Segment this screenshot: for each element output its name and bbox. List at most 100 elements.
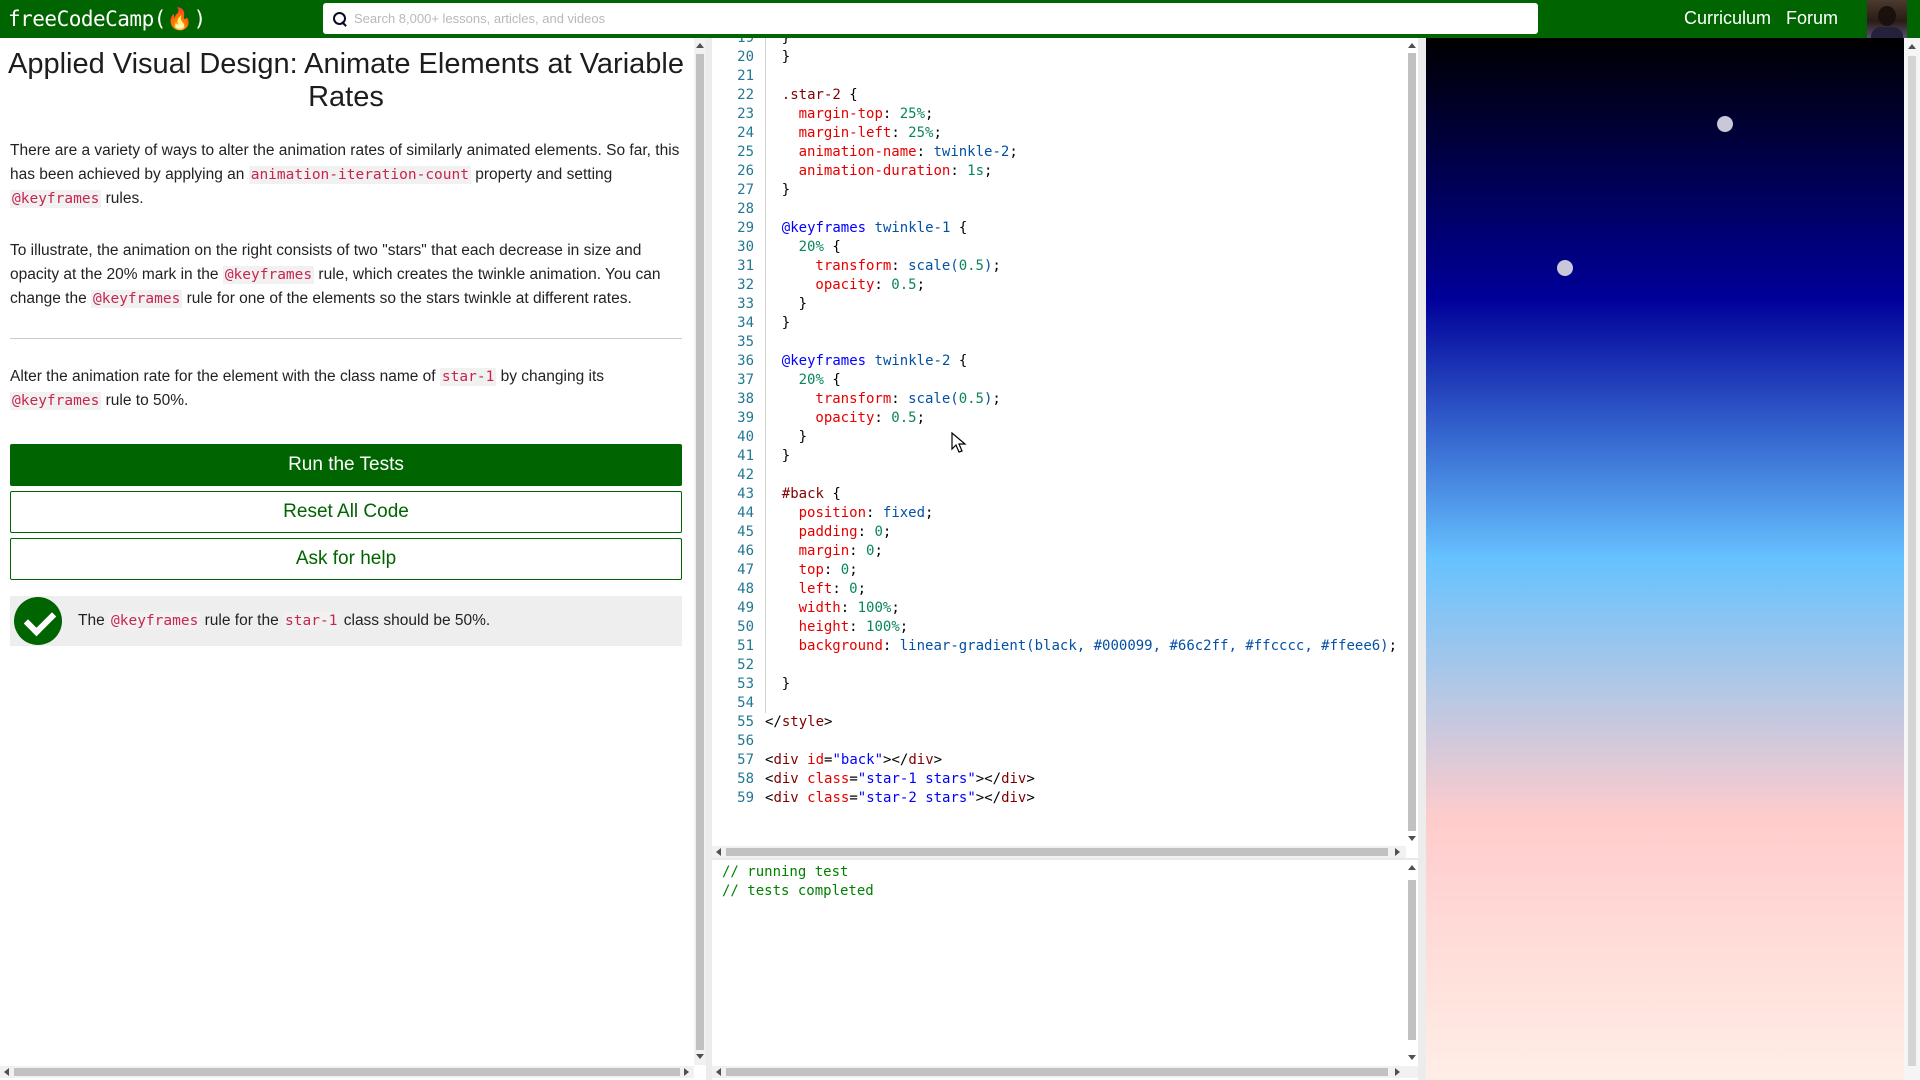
code-token: animation-duration <box>798 163 951 179</box>
run-tests-button[interactable]: Run the Tests <box>10 444 682 486</box>
code-token: background <box>798 638 883 654</box>
pane-splitter-right[interactable] <box>1418 38 1426 1080</box>
p3-code-1: star-1 <box>439 368 497 386</box>
code-token: "star-2 stars" <box>857 790 976 806</box>
code-token: ; <box>992 258 1001 274</box>
editor-scroll-up-icon[interactable] <box>1408 43 1416 48</box>
section-divider <box>10 338 682 339</box>
user-avatar[interactable] <box>1867 0 1907 38</box>
line-number: 26 <box>737 163 754 179</box>
scroll-up-arrow-icon[interactable] <box>696 43 704 48</box>
code-line: 49 width: 100%; <box>712 599 900 618</box>
code-token: ></ <box>975 771 1002 787</box>
lesson-horizontal-scrollbar[interactable] <box>0 1066 694 1078</box>
code-text: animation-duration: 1s; <box>799 162 993 181</box>
p1-text-3: rules. <box>101 190 144 207</box>
code-line: 25 animation-name: twinkle-2; <box>712 143 1018 162</box>
code-token: "back" <box>832 752 884 768</box>
line-number: 25 <box>737 144 754 160</box>
reset-code-button[interactable]: Reset All Code <box>10 491 682 533</box>
code-line: 57 <div id="back"></div> <box>712 751 942 770</box>
console-scroll-right-icon[interactable] <box>1395 1068 1400 1076</box>
editor-vertical-scrollbar[interactable] <box>1406 38 1418 846</box>
line-number: 20 <box>737 49 754 65</box>
code-text: } <box>799 428 807 447</box>
code-token: linear-gradient(black, #000099, #66c2ff,… <box>899 638 1389 654</box>
code-text: left: 0; <box>799 580 866 599</box>
editor-scroll-down-icon[interactable] <box>1408 836 1416 841</box>
code-token: 100% <box>857 600 892 616</box>
code-token: transform <box>815 391 892 407</box>
code-editor[interactable]: 19} 20} 21 22 .star-2 {23 margin-top: 25%; 24 m… <box>712 38 1406 846</box>
console-vertical-scrollbar[interactable] <box>1406 860 1418 1065</box>
search-input[interactable] <box>354 3 1538 34</box>
code-line: 42 <box>712 466 754 485</box>
code-line: 46 margin: 0; <box>712 542 883 561</box>
code-line: 19} <box>712 38 790 48</box>
line-number: 37 <box>737 372 754 388</box>
code-line: 45 padding: 0; <box>712 523 891 542</box>
preview-scroll-thumb[interactable] <box>1908 56 1916 1066</box>
line-number: 57 <box>737 752 754 768</box>
code-line: 22 .star-2 { <box>712 86 858 105</box>
editor-horizontal-scrollbar[interactable] <box>712 846 1406 858</box>
scroll-right-arrow-icon[interactable] <box>684 1068 689 1076</box>
p2-code-2: @keyframes <box>91 290 183 308</box>
editor-scroll-thumb[interactable] <box>1408 53 1416 831</box>
code-token: 0 <box>849 581 858 597</box>
code-text: <div class="star-2 stars"></div> <box>765 789 1035 808</box>
code-token: width <box>798 600 841 616</box>
console-scroll-left-icon[interactable] <box>716 1068 721 1076</box>
freecodecamp-logo[interactable]: freeCodeCamp(🔥) <box>8 5 206 33</box>
code-line: 32 opacity: 0.5; <box>712 276 925 295</box>
code-token: ; <box>925 106 934 122</box>
scroll-down-arrow-icon[interactable] <box>696 1054 704 1059</box>
console-scroll-up-icon[interactable] <box>1408 865 1416 870</box>
code-line: 48 left: 0; <box>712 580 866 599</box>
code-token: ></ <box>975 790 1002 806</box>
code-token: div <box>908 752 934 768</box>
preview-vertical-scrollbar[interactable] <box>1904 38 1920 1080</box>
console-horizontal-scrollbar[interactable] <box>712 1066 1418 1078</box>
code-line: 30 20% { <box>712 238 841 257</box>
nav-link-forum[interactable]: Forum <box>1786 8 1838 29</box>
test-console: // running test // tests completed <box>712 860 1406 1065</box>
code-token: fixed <box>882 505 926 521</box>
scroll-left-arrow-icon[interactable] <box>4 1068 9 1076</box>
editor-scroll-right-icon[interactable] <box>1395 848 1400 856</box>
line-number: 35 <box>737 334 754 350</box>
line-number: 32 <box>737 277 754 293</box>
flame-icon: 🔥 <box>166 6 193 31</box>
code-token: : <box>891 391 909 407</box>
editor-hscroll-thumb[interactable] <box>726 848 1388 856</box>
code-token: { <box>950 220 968 236</box>
editor-scroll-left-icon[interactable] <box>716 848 721 856</box>
code-line: 39 opacity: 0.5; <box>712 409 925 428</box>
p3-text-3: rule to 50%. <box>101 392 189 409</box>
code-text: </style> <box>765 713 832 732</box>
code-token: ; <box>882 524 892 540</box>
ask-for-help-button[interactable]: Ask for help <box>10 538 682 580</box>
code-token: </ <box>765 714 782 730</box>
preview-scroll-up-icon[interactable] <box>1908 44 1916 49</box>
lesson-scroll-thumb[interactable] <box>696 54 704 1050</box>
code-token: { <box>840 87 858 103</box>
line-number: 22 <box>737 87 754 103</box>
mouse-pointer-icon <box>951 432 967 453</box>
nav-link-curriculum[interactable]: Curriculum <box>1684 8 1771 29</box>
code-token: ; <box>984 163 993 179</box>
code-text: height: 100%; <box>799 618 909 637</box>
line-number: 47 <box>737 562 754 578</box>
line-number: 43 <box>737 486 754 502</box>
line-number: 21 <box>737 68 754 84</box>
console-hscroll-thumb[interactable] <box>726 1068 1388 1076</box>
console-scroll-thumb[interactable] <box>1408 880 1416 1040</box>
code-text: } <box>782 38 790 48</box>
lesson-vertical-scrollbar[interactable] <box>694 38 706 1065</box>
p3-code-2: @keyframes <box>10 392 102 410</box>
lesson-hscroll-thumb[interactable] <box>14 1068 680 1076</box>
code-line: 31 transform: scale(0.5); <box>712 257 1001 276</box>
console-scroll-down-icon[interactable] <box>1408 1055 1416 1060</box>
code-token: 0.5 <box>891 277 917 293</box>
console-output: // running test // tests completed <box>722 864 874 899</box>
